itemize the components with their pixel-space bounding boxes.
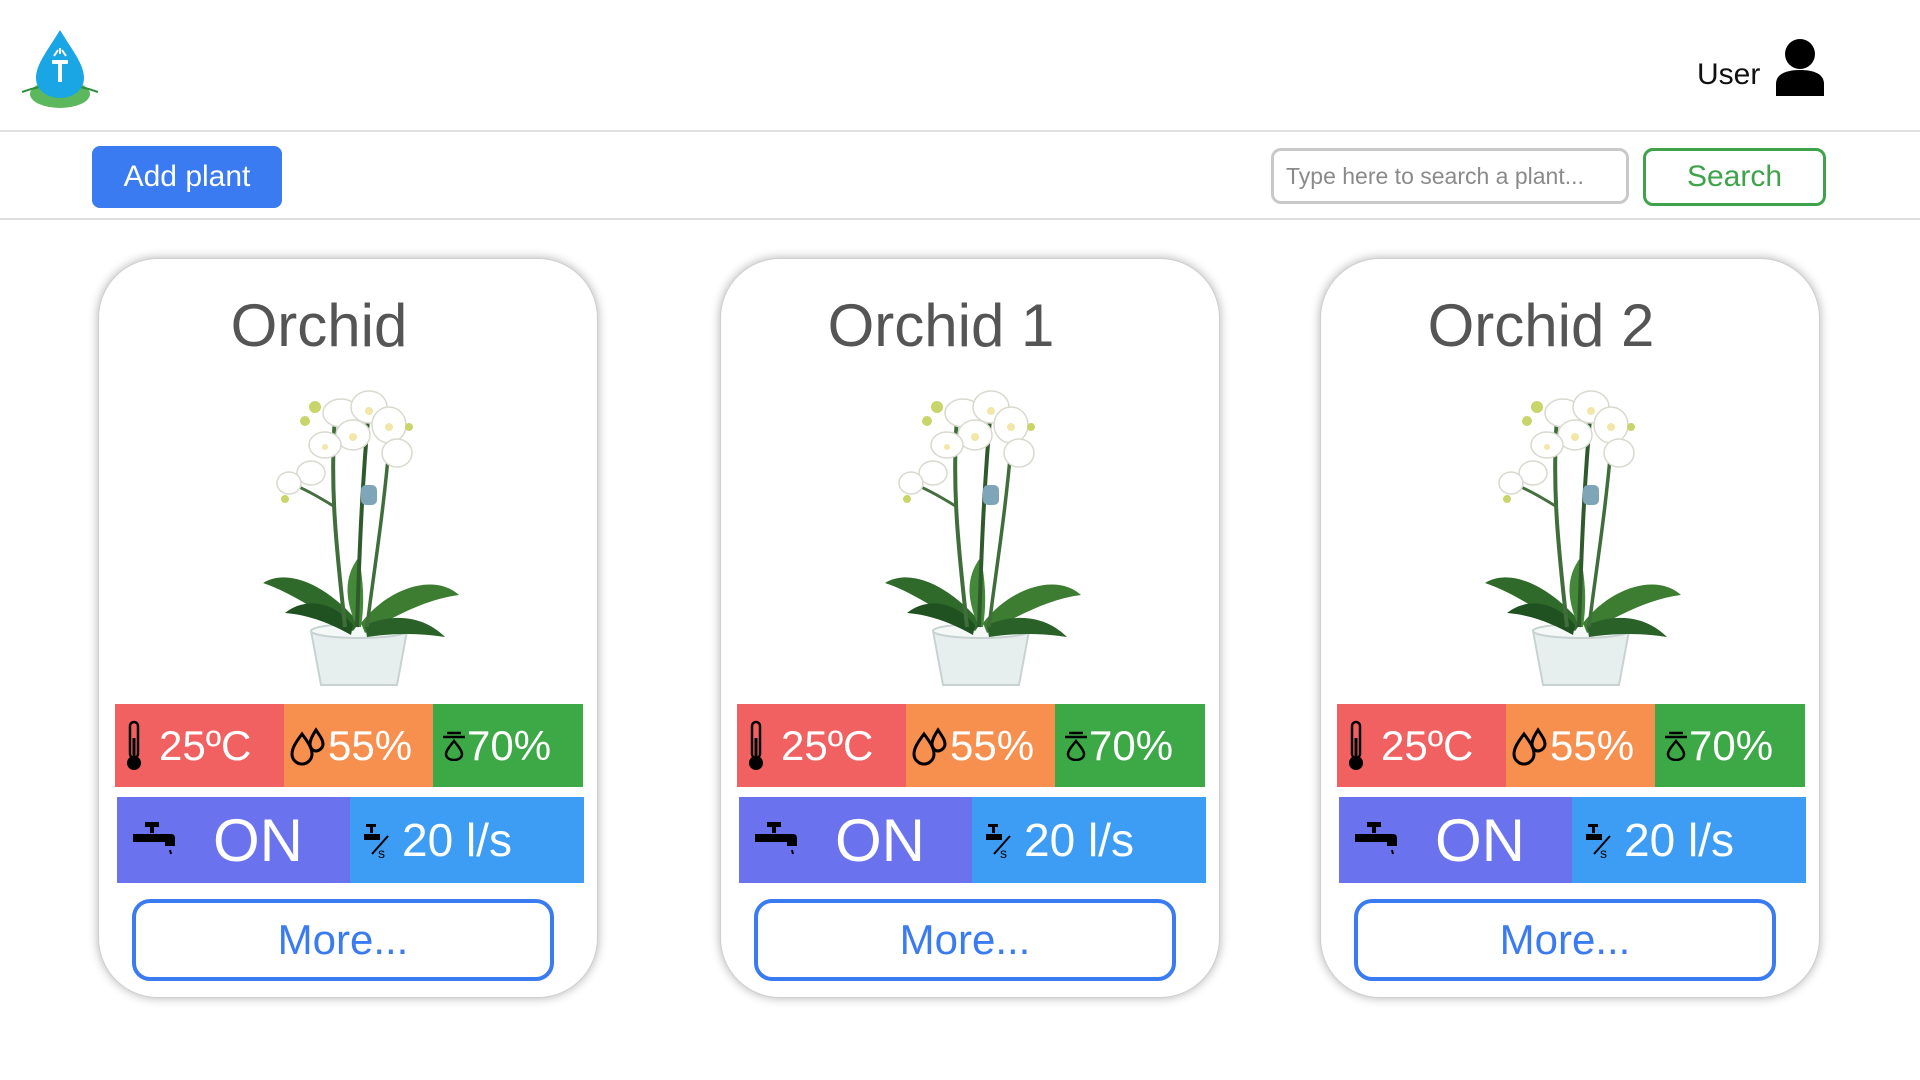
sensor-readings: 25ºC 55% 70% (1337, 704, 1805, 787)
svg-text:s: s (378, 845, 385, 860)
humidity-drops-icon (290, 726, 325, 766)
water-status-value: ON (1435, 806, 1525, 874)
water-tap-icon (133, 822, 175, 855)
soil-moisture-icon (1065, 731, 1087, 761)
humidity-reading: 55% (284, 704, 433, 787)
water-tap-status[interactable]: ON (1339, 797, 1572, 883)
humidity-drops-icon (1512, 726, 1547, 766)
more-button[interactable]: More... (132, 899, 554, 981)
search-input[interactable] (1271, 148, 1629, 204)
water-tap-icon (755, 822, 797, 855)
water-flow-rate: s 20 l/s (350, 797, 584, 883)
thermometer-icon (749, 720, 763, 770)
plant-card: Orchid 25ºC 55% 70% ON s 20 l/s More... (98, 258, 598, 998)
plant-name: Orchid 1 (827, 292, 1055, 359)
toolbar: Add plant Search (0, 132, 1920, 220)
temperature-value: 25ºC (159, 721, 252, 769)
water-status-value: ON (835, 806, 925, 874)
humidity-value: 55% (1550, 721, 1635, 769)
watering-status: ON s 20 l/s (117, 797, 584, 883)
temperature-reading: 25ºC (737, 704, 906, 787)
flow-rate-value: 20 l/s (1024, 814, 1134, 866)
orchid-plant-image (261, 389, 461, 687)
orchid-plant-image (883, 389, 1083, 687)
svg-text:s: s (1600, 845, 1607, 860)
more-button[interactable]: More... (1354, 899, 1776, 981)
soil-moisture-reading: 70% (433, 704, 583, 787)
water-tap-icon (1355, 822, 1397, 855)
humidity-value: 55% (950, 721, 1035, 769)
temperature-reading: 25ºC (115, 704, 284, 787)
water-status-value: ON (213, 806, 303, 874)
humidity-reading: 55% (906, 704, 1055, 787)
soil-moisture-reading: 70% (1655, 704, 1805, 787)
sensor-readings: 25ºC 55% 70% (737, 704, 1205, 787)
soil-moisture-icon (1665, 731, 1687, 761)
soil-moisture-value: 70% (1089, 721, 1174, 769)
soil-moisture-icon (443, 731, 465, 761)
humidity-drops-icon (912, 726, 947, 766)
water-tap-status[interactable]: ON (739, 797, 972, 883)
water-tap-status[interactable]: ON (117, 797, 350, 883)
watering-status: ON s 20 l/s (1339, 797, 1806, 883)
plant-name: Orchid (230, 292, 408, 359)
orchid-plant-image (1483, 389, 1683, 687)
temperature-reading: 25ºC (1337, 704, 1506, 787)
plant-card: Orchid 2 25ºC 55% 70% ON s 20 l/s More..… (1320, 258, 1820, 998)
flow-rate-value: 20 l/s (402, 814, 512, 866)
thermometer-icon (127, 720, 141, 770)
temperature-value: 25ºC (781, 721, 874, 769)
flow-rate-value: 20 l/s (1624, 814, 1734, 866)
soil-moisture-value: 70% (1689, 721, 1774, 769)
search-button[interactable]: Search (1643, 148, 1826, 206)
user-label[interactable]: User (1697, 57, 1760, 93)
plant-name: Orchid 2 (1427, 292, 1655, 359)
thermometer-icon (1349, 720, 1363, 770)
soil-moisture-value: 70% (467, 721, 552, 769)
sensor-readings: 25ºC 55% 70% (115, 704, 583, 787)
water-drop-logo-icon[interactable] (18, 28, 102, 112)
water-flow-rate: s 20 l/s (1572, 797, 1806, 883)
user-avatar-icon[interactable] (1774, 38, 1826, 96)
svg-text:s: s (1000, 845, 1007, 860)
flow-rate-icon: s (364, 824, 389, 860)
more-button[interactable]: More... (754, 899, 1176, 981)
plant-card: Orchid 1 25ºC 55% 70% ON s 20 l/s More..… (720, 258, 1220, 998)
temperature-value: 25ºC (1381, 721, 1474, 769)
humidity-reading: 55% (1506, 704, 1655, 787)
flow-rate-icon: s (986, 824, 1011, 860)
soil-moisture-reading: 70% (1055, 704, 1205, 787)
humidity-value: 55% (328, 721, 413, 769)
app-header: User (0, 0, 1920, 132)
add-plant-button[interactable]: Add plant (92, 146, 282, 208)
flow-rate-icon: s (1586, 824, 1611, 860)
watering-status: ON s 20 l/s (739, 797, 1206, 883)
water-flow-rate: s 20 l/s (972, 797, 1206, 883)
